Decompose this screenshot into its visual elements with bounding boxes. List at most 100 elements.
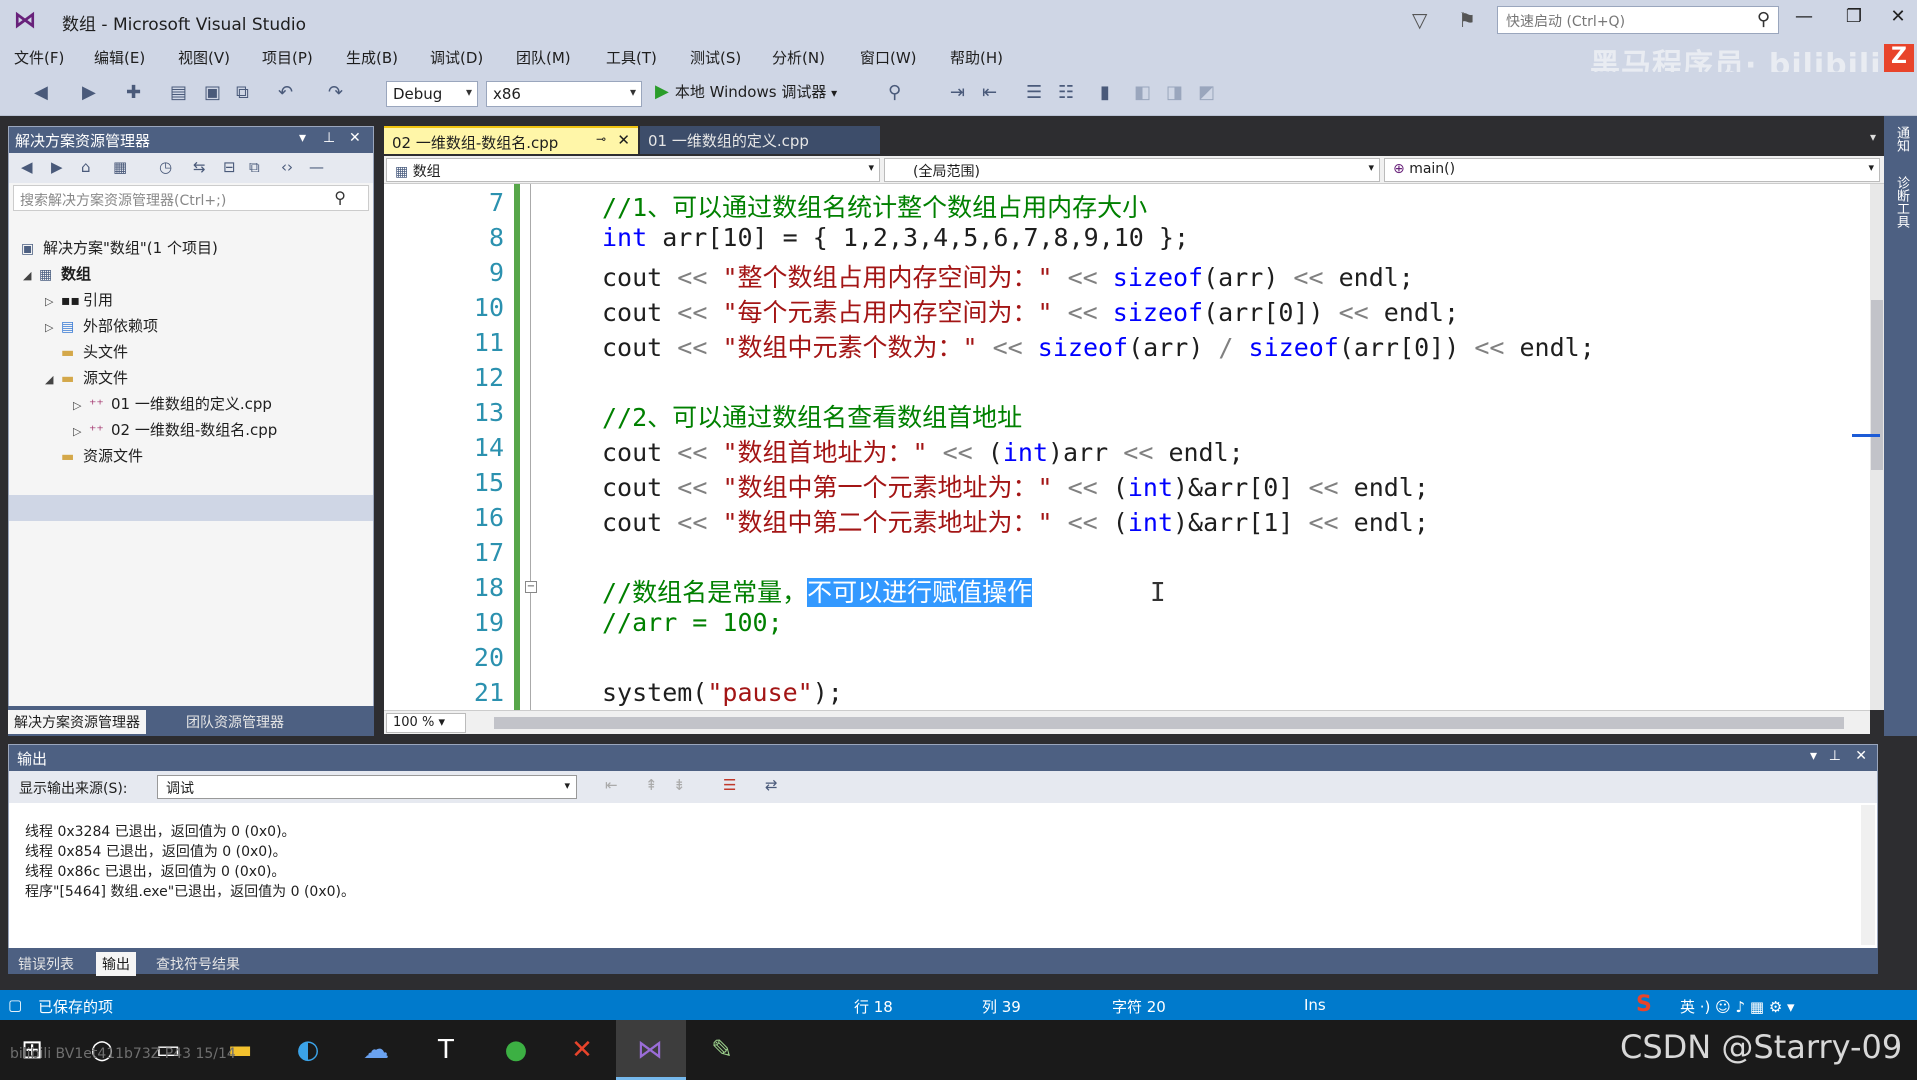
menu-edit[interactable]: 编辑(E) bbox=[94, 47, 145, 68]
output-source-select[interactable]: 调试 ▾ bbox=[157, 775, 577, 799]
tab-notifications[interactable]: 通知 bbox=[1892, 126, 1911, 152]
tab-overflow-icon[interactable]: ▾ bbox=[1870, 130, 1876, 144]
step-out-icon[interactable]: ⇤ bbox=[982, 82, 997, 103]
view-code-icon[interactable]: ‹› bbox=[281, 158, 293, 176]
filter-icon[interactable]: ▽ bbox=[1412, 8, 1427, 32]
tree-header-files[interactable]: ▬ 头文件 bbox=[61, 339, 128, 365]
menu-help[interactable]: 帮助(H) bbox=[950, 47, 1003, 68]
pin-icon[interactable]: ⊥ bbox=[1829, 748, 1841, 764]
zoom-select[interactable]: 100 % ▾ bbox=[386, 713, 466, 733]
bookmark-icon[interactable]: ▮ bbox=[1100, 82, 1110, 103]
clear-all-icon[interactable]: ☰ bbox=[723, 776, 736, 794]
minimize-button[interactable]: — bbox=[1784, 6, 1824, 34]
tab-solution-explorer[interactable]: 解决方案资源管理器 bbox=[8, 710, 146, 734]
menu-tools[interactable]: 工具(T) bbox=[606, 47, 657, 68]
paint-app-icon[interactable]: ✎ bbox=[700, 1030, 744, 1070]
switch-views-icon[interactable]: ▦ bbox=[113, 158, 127, 176]
platform-select[interactable]: x86 ▾ bbox=[486, 81, 642, 107]
forward-icon[interactable]: ▶ bbox=[51, 158, 63, 176]
menu-file[interactable]: 文件(F) bbox=[14, 47, 64, 68]
expand-icon[interactable]: ▷ bbox=[45, 315, 61, 341]
save-all-icon[interactable]: ⧉ bbox=[236, 82, 249, 103]
new-project-icon[interactable]: ✚ bbox=[126, 82, 141, 103]
menu-team[interactable]: 团队(M) bbox=[516, 47, 571, 68]
project-dropdown[interactable]: ▦ 数组 ▾ bbox=[386, 158, 880, 182]
expand-icon[interactable]: ◢ bbox=[23, 263, 39, 289]
close-button[interactable]: ✕ bbox=[1878, 6, 1917, 34]
tab-01-cpp[interactable]: 01 一维数组的定义.cpp bbox=[640, 126, 880, 154]
edge-browser-icon[interactable]: ◐ bbox=[286, 1030, 330, 1070]
menu-analyze[interactable]: 分析(N) bbox=[772, 47, 825, 68]
tree-solution[interactable]: ▣ 解决方案"数组"(1 个项目) bbox=[21, 235, 218, 261]
quick-launch-input[interactable]: 快速启动 (Ctrl+Q) ⚲ bbox=[1497, 6, 1779, 34]
tree-external-deps[interactable]: ▷ ▤ 外部依赖项 bbox=[45, 313, 158, 339]
typora-icon[interactable]: T bbox=[424, 1030, 468, 1070]
close-icon[interactable]: ✕ bbox=[1855, 748, 1867, 764]
sync-icon[interactable]: ⇆ bbox=[193, 158, 206, 176]
show-all-files-icon[interactable]: ⧉ bbox=[249, 158, 260, 176]
undo-icon[interactable]: ↶ bbox=[278, 82, 293, 103]
start-debugging-button[interactable]: ▶ 本地 Windows 调试器 ▾ bbox=[655, 81, 837, 107]
uncomment-icon[interactable]: ☷ bbox=[1058, 82, 1074, 103]
chevron-down-icon[interactable]: ▾ bbox=[1810, 748, 1817, 764]
pending-changes-icon[interactable]: ◷ bbox=[159, 158, 172, 176]
find-message-icon[interactable]: ⇤ bbox=[605, 776, 618, 794]
output-vertical-scrollbar[interactable] bbox=[1861, 805, 1875, 945]
editor-horizontal-scrollbar[interactable] bbox=[494, 717, 1844, 729]
tab-diagnostic-tools[interactable]: 诊断工具 bbox=[1892, 176, 1911, 228]
ime-toolbar-icon[interactable]: 英 ·) ☺ ♪ ▦ ⚙ ▾ bbox=[1680, 996, 1795, 1017]
xmind-icon[interactable]: ✕ bbox=[560, 1030, 604, 1070]
chevron-down-icon[interactable]: ▾ bbox=[299, 130, 306, 146]
menu-project[interactable]: 项目(P) bbox=[262, 47, 313, 68]
expand-icon[interactable]: ▷ bbox=[73, 419, 89, 445]
restore-button[interactable]: ❐ bbox=[1834, 6, 1874, 34]
scope-dropdown[interactable]: (全局范围) ▾ bbox=[884, 158, 1380, 182]
redo-icon[interactable]: ↷ bbox=[328, 82, 343, 103]
collapse-all-icon[interactable]: ⊟ bbox=[223, 158, 236, 176]
properties-icon[interactable]: — bbox=[309, 158, 324, 176]
next-message-icon[interactable]: ⇟ bbox=[673, 776, 686, 794]
tab-team-explorer[interactable]: 团队资源管理器 bbox=[180, 710, 290, 734]
collapse-icon[interactable]: − bbox=[525, 581, 537, 593]
expand-icon[interactable]: ▷ bbox=[45, 289, 61, 315]
menu-view[interactable]: 视图(V) bbox=[178, 47, 230, 68]
expand-icon[interactable]: ◢ bbox=[45, 367, 61, 393]
menu-build[interactable]: 生成(B) bbox=[346, 47, 398, 68]
code-editor[interactable]: 7 8 9 10 11 12 13 14 15 16 17 18 19 20 2… bbox=[384, 184, 1870, 710]
cloud-app-icon[interactable]: ☁ bbox=[354, 1030, 398, 1070]
prev-message-icon[interactable]: ⇞ bbox=[645, 776, 658, 794]
clear-bookmarks-icon[interactable]: ◩ bbox=[1198, 82, 1215, 103]
back-icon[interactable]: ◀ bbox=[21, 158, 33, 176]
menu-window[interactable]: 窗口(W) bbox=[860, 47, 917, 68]
tree-source-files[interactable]: ◢ ▬ 源文件 bbox=[45, 365, 128, 391]
step-icon[interactable]: ⇥ bbox=[950, 82, 965, 103]
tree-resource-files[interactable]: ▬ 资源文件 bbox=[61, 443, 143, 469]
word-wrap-icon[interactable]: ⇄ bbox=[765, 776, 778, 794]
solution-config-select[interactable]: Debug ▾ bbox=[386, 81, 478, 107]
tree-project[interactable]: ◢ ▦ 数组 bbox=[23, 261, 91, 287]
tab-output[interactable]: 输出 bbox=[96, 952, 136, 976]
sogou-ime-icon[interactable]: S bbox=[1636, 992, 1652, 1017]
comment-icon[interactable]: ☰ bbox=[1026, 82, 1042, 103]
home-icon[interactable]: ⌂ bbox=[81, 158, 91, 176]
solution-search-input[interactable]: 搜索解决方案资源管理器(Ctrl+;) ⚲ bbox=[13, 185, 369, 211]
expand-icon[interactable]: ▷ bbox=[73, 393, 89, 419]
tab-find-symbol-results[interactable]: 查找符号结果 bbox=[150, 952, 246, 976]
menu-debug[interactable]: 调试(D) bbox=[430, 47, 483, 68]
pin-icon[interactable]: ⊥ bbox=[323, 130, 335, 146]
tree-file-02[interactable]: ▷ ⁺⁺ 02 一维数组-数组名.cpp bbox=[73, 417, 277, 443]
tree-file-01[interactable]: ▷ ⁺⁺ 01 一维数组的定义.cpp bbox=[73, 391, 272, 417]
member-dropdown[interactable]: ⊕ main() ▾ bbox=[1384, 158, 1880, 182]
editor-scroll-thumb[interactable] bbox=[1871, 300, 1883, 470]
back-icon[interactable]: ◀ bbox=[34, 82, 48, 103]
tab-error-list[interactable]: 错误列表 bbox=[12, 952, 80, 976]
open-folder-icon[interactable]: ▤ bbox=[170, 82, 187, 103]
close-icon[interactable]: ✕ bbox=[349, 130, 361, 146]
green-app-icon[interactable]: ● bbox=[494, 1030, 538, 1070]
visual-studio-icon[interactable]: ⋈ bbox=[628, 1030, 672, 1070]
next-bookmark-icon[interactable]: ◨ bbox=[1166, 82, 1183, 103]
forward-icon[interactable]: ▶ bbox=[82, 82, 96, 103]
menu-test[interactable]: 测试(S) bbox=[690, 47, 741, 68]
find-icon[interactable]: ⚲ bbox=[888, 82, 901, 103]
feedback-icon[interactable]: ⚑ bbox=[1458, 8, 1476, 32]
